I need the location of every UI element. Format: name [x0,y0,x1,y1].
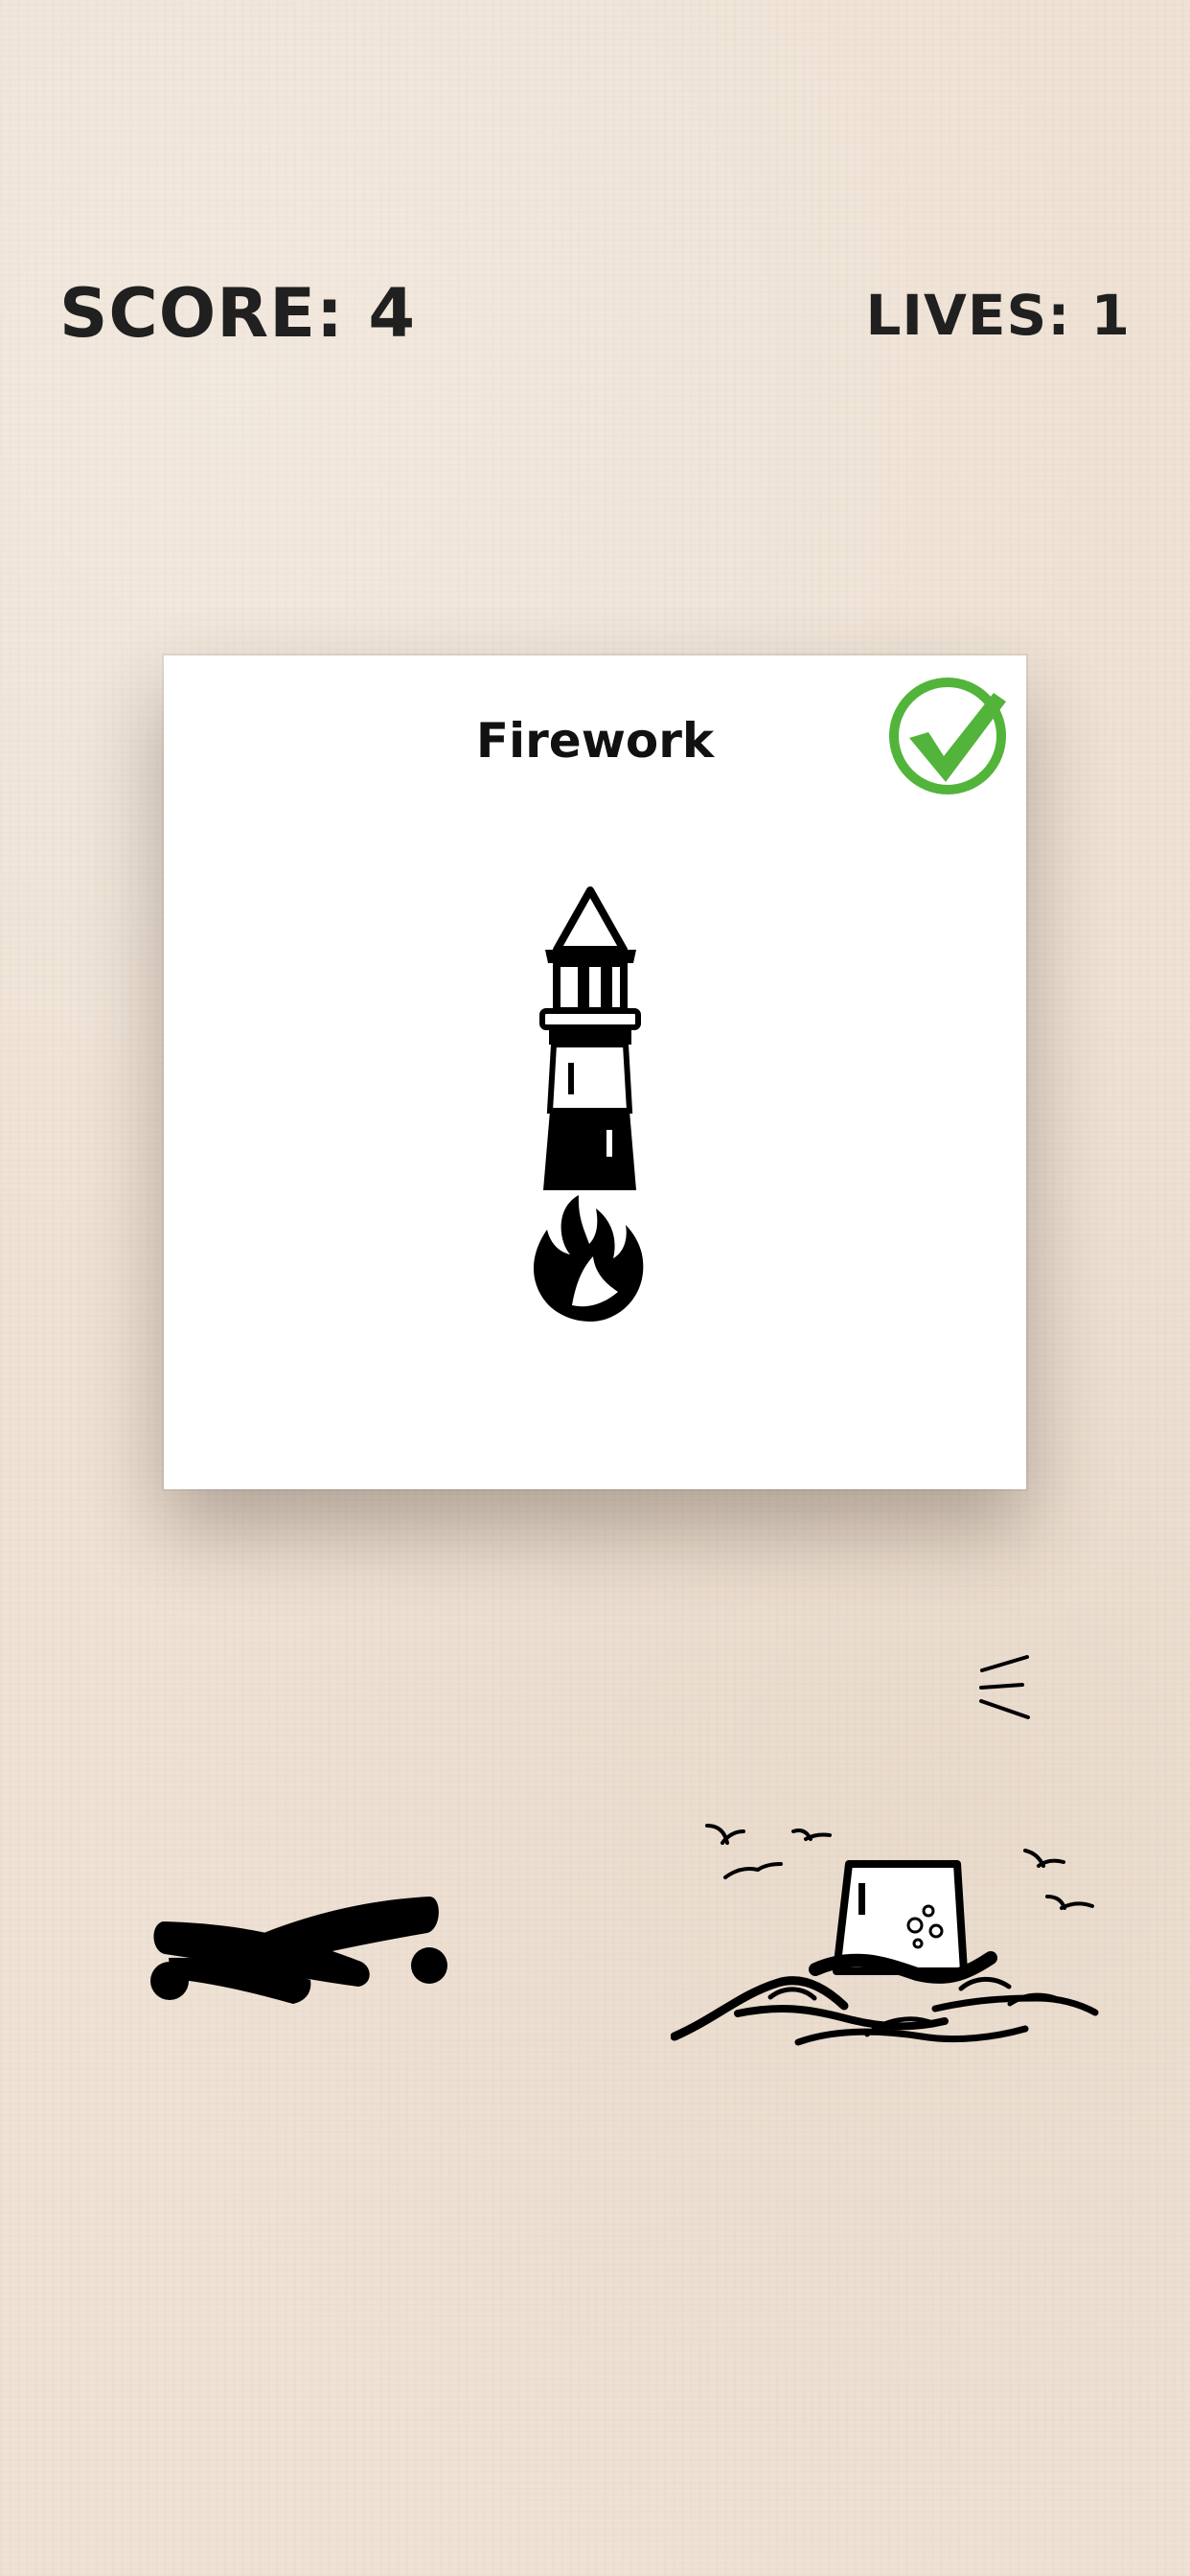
score-label: SCORE: 4 [59,274,417,353]
lighthouse-firework-icon [533,886,644,1322]
motion-lines-icon [979,1655,1030,1719]
lives-label: LIVES: 1 [865,283,1131,348]
bucket-on-waves-icon[interactable] [671,1816,1121,2056]
word-card[interactable]: Firework [164,656,1026,1489]
checkmark-circle-icon [889,678,1006,794]
crossed-logs-icon[interactable] [144,1893,448,2008]
